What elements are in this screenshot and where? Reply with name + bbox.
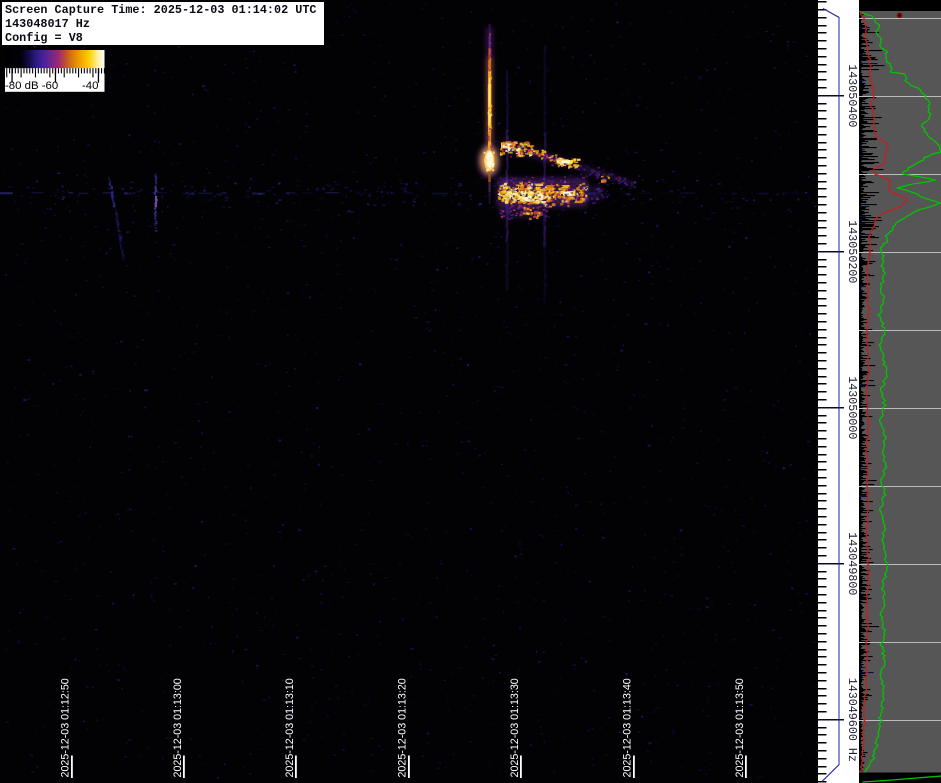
- svg-text:2025-12-03 01:13:20: 2025-12-03 01:13:20: [397, 678, 409, 777]
- svg-text:-80 dB -60: -80 dB -60: [5, 80, 58, 92]
- svg-text:2025-12-03 01:13:10: 2025-12-03 01:13:10: [284, 678, 296, 777]
- svg-text:143049600 Hz: 143049600 Hz: [845, 678, 859, 762]
- svg-text:2025-12-03 01:13:50: 2025-12-03 01:13:50: [734, 678, 746, 777]
- svg-text:143050400: 143050400: [845, 64, 859, 127]
- svg-text:2025-12-03 01:13:30: 2025-12-03 01:13:30: [509, 678, 521, 777]
- svg-text:2025-12-03 01:12:50: 2025-12-03 01:12:50: [59, 678, 71, 777]
- svg-text:143049800: 143049800: [845, 532, 859, 595]
- svg-text:-40: -40: [82, 80, 98, 92]
- svg-text:143050200: 143050200: [845, 220, 859, 283]
- svg-text:2025-12-03 01:13:40: 2025-12-03 01:13:40: [622, 678, 634, 777]
- svg-text:143050000: 143050000: [845, 376, 859, 439]
- svg-text:2025-12-03 01:13:00: 2025-12-03 01:13:00: [172, 678, 184, 777]
